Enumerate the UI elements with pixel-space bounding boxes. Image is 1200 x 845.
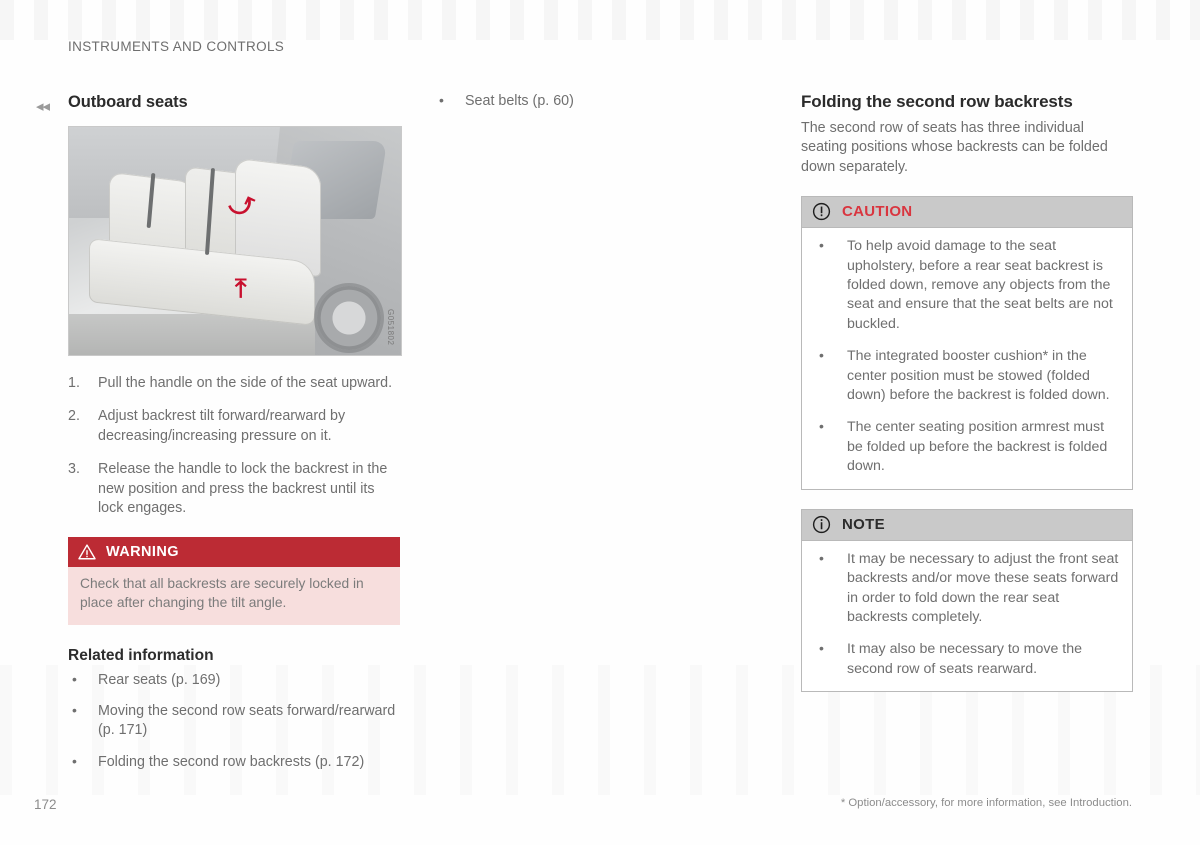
running-head: INSTRUMENTS AND CONTROLS — [68, 39, 285, 54]
warning-header: WARNING — [68, 537, 400, 568]
caution-box: CAUTION To help avoid damage to the seat… — [801, 196, 1133, 490]
list-item: It may also be necessary to move the sec… — [804, 639, 1120, 679]
caution-header: CAUTION — [802, 197, 1132, 229]
related-information-list: Rear seats (p. 169) Moving the second ro… — [68, 670, 402, 773]
list-item: It may be necessary to adjust the front … — [804, 549, 1120, 628]
illustration-handle-arrow-icon: ⤒ — [235, 273, 247, 304]
note-body: It may be necessary to adjust the front … — [802, 541, 1132, 691]
list-item: Adjust backrest tilt forward/rearward by… — [68, 407, 346, 444]
middle-column: Seat belts (p. 60) — [435, 91, 769, 123]
related-information-list-continued: Seat belts (p. 60) — [435, 91, 769, 111]
footnote: * Option/accessory, for more information… — [840, 797, 1132, 809]
instruction-steps: Pull the handle on the side of the seat … — [68, 374, 402, 518]
warning-title: WARNING — [106, 543, 179, 560]
section-title-folding: Folding the second row backrests — [801, 92, 1073, 111]
paper-texture-top — [0, 0, 1200, 40]
list-item[interactable]: Seat belts (p. 60) — [435, 91, 769, 111]
list-item[interactable]: Rear seats (p. 169) — [68, 670, 402, 690]
back-navigation-icon[interactable]: ◂◂ — [36, 99, 50, 114]
manual-page: INSTRUMENTS AND CONTROLS ◂◂ Outboard sea… — [0, 0, 1200, 845]
illustration-image-id: G051802 — [386, 308, 395, 345]
list-item: Pull the handle on the side of the seat … — [68, 374, 393, 394]
seat-illustration: ⤻ ⤒ G051802 — [68, 126, 402, 356]
warning-box: WARNING Check that all backrests are sec… — [68, 537, 400, 625]
page-number: 172 — [34, 797, 57, 812]
related-information-title: Related information — [68, 646, 214, 664]
list-item: The center seating position armrest must… — [804, 417, 1120, 476]
caution-body: To help avoid damage to the seat upholst… — [802, 228, 1132, 488]
note-list: It may be necessary to adjust the front … — [804, 549, 1120, 679]
list-item[interactable]: Folding the second row backrests (p. 172… — [68, 752, 402, 772]
warning-body: Check that all backrests are securely lo… — [68, 567, 400, 625]
list-item: Release the handle to lock the backrest … — [68, 460, 388, 517]
note-title: NOTE — [842, 515, 885, 533]
caution-title: CAUTION — [842, 203, 913, 221]
section-intro-paragraph: The second row of seats has three indivi… — [801, 120, 1108, 175]
list-item: To help avoid damage to the seat upholst… — [804, 236, 1120, 334]
caution-list: To help avoid damage to the seat upholst… — [804, 236, 1120, 476]
note-header: NOTE — [802, 509, 1132, 541]
list-item: The integrated booster cushion* in the c… — [804, 346, 1120, 405]
note-box: NOTE It may be necessary to adjust the f… — [801, 508, 1133, 693]
info-circle-icon — [812, 515, 831, 534]
list-item[interactable]: Moving the second row seats forward/rear… — [68, 701, 402, 741]
page-title: Outboard seats — [68, 93, 188, 111]
left-column: Outboard seats ⤻ ⤒ G051802 Pull the hand… — [68, 92, 402, 784]
warning-triangle-icon — [78, 544, 96, 560]
exclamation-circle-icon — [812, 202, 831, 221]
right-column: Folding the second row backrests The sec… — [801, 92, 1133, 693]
